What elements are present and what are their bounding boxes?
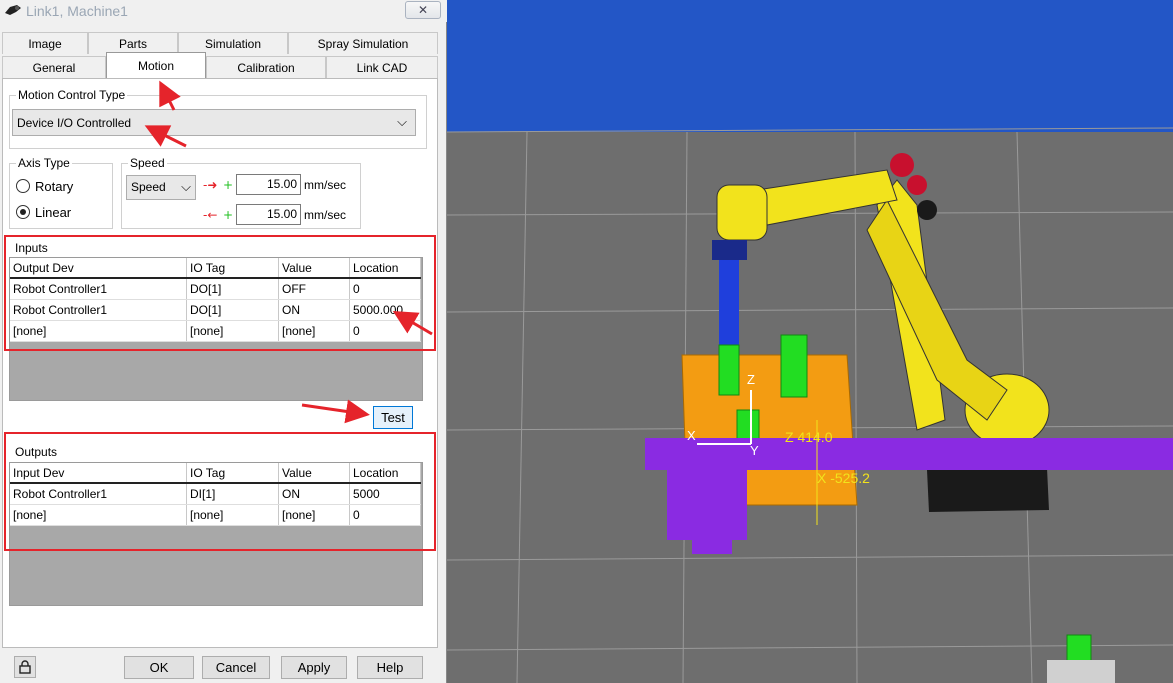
cell-value[interactable]: [none] bbox=[278, 320, 350, 342]
cell-location[interactable]: 5000 bbox=[349, 483, 421, 505]
cell-value[interactable]: OFF bbox=[278, 278, 350, 300]
cell-location[interactable]: 5000.000 bbox=[349, 299, 421, 321]
chevron-down-icon: ⌵ bbox=[181, 179, 191, 194]
cell-io-tag[interactable]: DI[1] bbox=[186, 483, 279, 505]
motion-control-type-value: Device I/O Controlled bbox=[17, 116, 132, 130]
z-coordinate-readout: Z 414.0 bbox=[785, 429, 833, 445]
cell-device[interactable]: Robot Controller1 bbox=[10, 278, 187, 300]
col-io-tag[interactable]: IO Tag bbox=[186, 463, 279, 484]
svg-text:-←: -← bbox=[203, 209, 217, 221]
cell-io-tag[interactable]: DO[1] bbox=[186, 278, 279, 300]
cell-value[interactable]: ON bbox=[278, 299, 350, 321]
x-coordinate-readout: X -525.2 bbox=[817, 470, 870, 486]
cell-value[interactable]: [none] bbox=[278, 504, 350, 526]
tab-image[interactable]: Image bbox=[2, 32, 88, 54]
col-value[interactable]: Value bbox=[278, 258, 350, 279]
axis-type-label: Axis Type bbox=[16, 156, 72, 170]
cell-location[interactable]: 0 bbox=[349, 278, 421, 300]
axis-x-label: X bbox=[687, 428, 696, 443]
col-value[interactable]: Value bbox=[278, 463, 350, 484]
test-button[interactable]: Test bbox=[373, 406, 413, 429]
part-feeder bbox=[1047, 660, 1115, 683]
svg-text:-➜: -➜ bbox=[203, 179, 217, 191]
table-row[interactable]: Robot Controller1 DI[1] ON 5000 bbox=[10, 483, 421, 505]
speed-mode-select[interactable]: Speed ⌵ bbox=[126, 175, 196, 200]
inputs-table: Output Dev IO Tag Value Location Robot C… bbox=[10, 258, 421, 342]
robot-base bbox=[927, 468, 1049, 512]
col-io-tag[interactable]: IO Tag bbox=[186, 258, 279, 279]
speed-mode-value: Speed bbox=[131, 180, 166, 194]
speed-label: Speed bbox=[128, 156, 167, 170]
simulation-viewport[interactable]: Z X Y Z 414.0 X -525.2 bbox=[447, 0, 1173, 683]
link-properties-dialog: Link1, Machine1 ✕ Image Parts Simulation… bbox=[0, 0, 447, 683]
motion-panel: Motion Control Type Device I/O Controlle… bbox=[2, 78, 438, 648]
link-icon bbox=[5, 5, 21, 15]
lock-button[interactable] bbox=[14, 656, 36, 678]
motion-control-label: Motion Control Type bbox=[16, 88, 128, 102]
motion-control-type-select[interactable]: Device I/O Controlled ⌵ bbox=[12, 109, 416, 136]
col-location[interactable]: Location bbox=[349, 258, 421, 279]
linear-radio[interactable] bbox=[16, 205, 30, 219]
axis-y-label: Y bbox=[750, 443, 759, 458]
table-row[interactable]: Robot Controller1 DO[1] ON 5000.000 bbox=[10, 299, 421, 321]
col-output-dev[interactable]: Output Dev bbox=[10, 258, 187, 279]
cell-value[interactable]: ON bbox=[278, 483, 350, 505]
svg-text:+: + bbox=[223, 209, 233, 221]
forward-speed-input[interactable]: 15.00 bbox=[236, 174, 301, 195]
cell-io-tag[interactable]: [none] bbox=[186, 320, 279, 342]
cell-io-tag[interactable]: DO[1] bbox=[186, 299, 279, 321]
cell-device[interactable]: [none] bbox=[10, 320, 187, 342]
table-row[interactable]: Robot Controller1 DO[1] OFF 0 bbox=[10, 278, 421, 300]
backward-speed-unit: mm/sec bbox=[304, 208, 346, 222]
table-row[interactable]: [none] [none] [none] 0 bbox=[10, 504, 421, 526]
table-row[interactable]: [none] [none] [none] 0 bbox=[10, 320, 421, 342]
svg-text:+: + bbox=[223, 179, 233, 191]
backward-arrow-icon: -← + bbox=[203, 209, 233, 221]
outputs-table: Input Dev IO Tag Value Location Robot Co… bbox=[10, 463, 421, 526]
cell-location[interactable]: 0 bbox=[349, 504, 421, 526]
cell-device[interactable]: [none] bbox=[10, 504, 187, 526]
axis-z-label: Z bbox=[747, 372, 755, 387]
help-button[interactable]: Help bbox=[357, 656, 423, 679]
title-bar: Link1, Machine1 ✕ bbox=[0, 0, 447, 22]
cell-device[interactable]: Robot Controller1 bbox=[10, 483, 187, 505]
window-title: Link1, Machine1 bbox=[26, 3, 128, 19]
outputs-label: Outputs bbox=[15, 445, 58, 459]
forward-speed-unit: mm/sec bbox=[304, 178, 346, 192]
tab-general[interactable]: General bbox=[2, 56, 106, 78]
backward-speed-input[interactable]: 15.00 bbox=[236, 204, 301, 225]
rotary-radio[interactable] bbox=[16, 179, 30, 193]
linear-label: Linear bbox=[35, 205, 72, 220]
lock-icon bbox=[19, 660, 31, 674]
tab-spray-simulation[interactable]: Spray Simulation bbox=[288, 32, 438, 54]
cell-device[interactable]: Robot Controller1 bbox=[10, 299, 187, 321]
ok-button[interactable]: OK bbox=[124, 656, 194, 679]
col-input-dev[interactable]: Input Dev bbox=[10, 463, 187, 484]
tab-parts[interactable]: Parts bbox=[88, 32, 178, 54]
rotary-label: Rotary bbox=[35, 179, 74, 194]
sky-background bbox=[447, 0, 1173, 132]
tab-link-cad[interactable]: Link CAD bbox=[326, 56, 438, 78]
cell-io-tag[interactable]: [none] bbox=[186, 504, 279, 526]
tab-simulation[interactable]: Simulation bbox=[178, 32, 288, 54]
scene-render: Z X Y Z 414.0 X -525.2 bbox=[447, 0, 1173, 683]
cancel-button[interactable]: Cancel bbox=[202, 656, 270, 679]
cell-location[interactable]: 0 bbox=[349, 320, 421, 342]
col-location[interactable]: Location bbox=[349, 463, 421, 484]
chevron-down-icon: ⌵ bbox=[397, 114, 407, 129]
close-button[interactable]: ✕ bbox=[405, 1, 441, 19]
apply-button[interactable]: Apply bbox=[281, 656, 347, 679]
inputs-label: Inputs bbox=[15, 241, 48, 255]
tab-motion[interactable]: Motion bbox=[106, 52, 206, 78]
forward-arrow-icon: -➜ + bbox=[203, 179, 233, 191]
tab-calibration[interactable]: Calibration bbox=[206, 56, 326, 78]
